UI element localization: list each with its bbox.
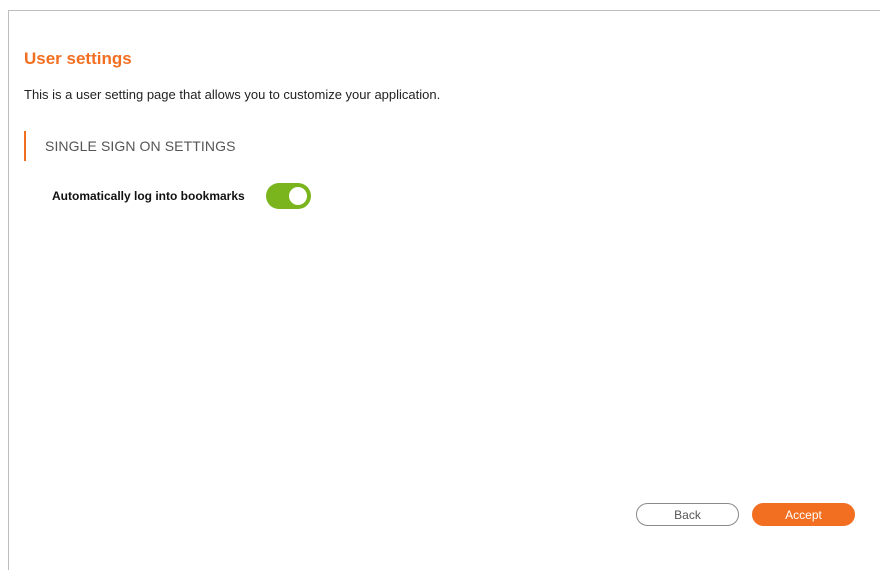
setting-label-auto-login: Automatically log into bookmarks [52, 189, 245, 203]
page-title: User settings [24, 49, 132, 68]
section-header: SINGLE SIGN ON SETTINGS [24, 131, 236, 161]
page-description: This is a user setting page that allows … [24, 87, 441, 102]
auto-login-toggle[interactable] [265, 183, 311, 209]
section-title: SINGLE SIGN ON SETTINGS [45, 138, 236, 154]
setting-row-auto-login: Automatically log into bookmarks [52, 183, 311, 209]
accept-button[interactable]: Accept [752, 503, 855, 526]
back-button[interactable]: Back [636, 503, 739, 526]
toggle-knob [288, 187, 307, 205]
